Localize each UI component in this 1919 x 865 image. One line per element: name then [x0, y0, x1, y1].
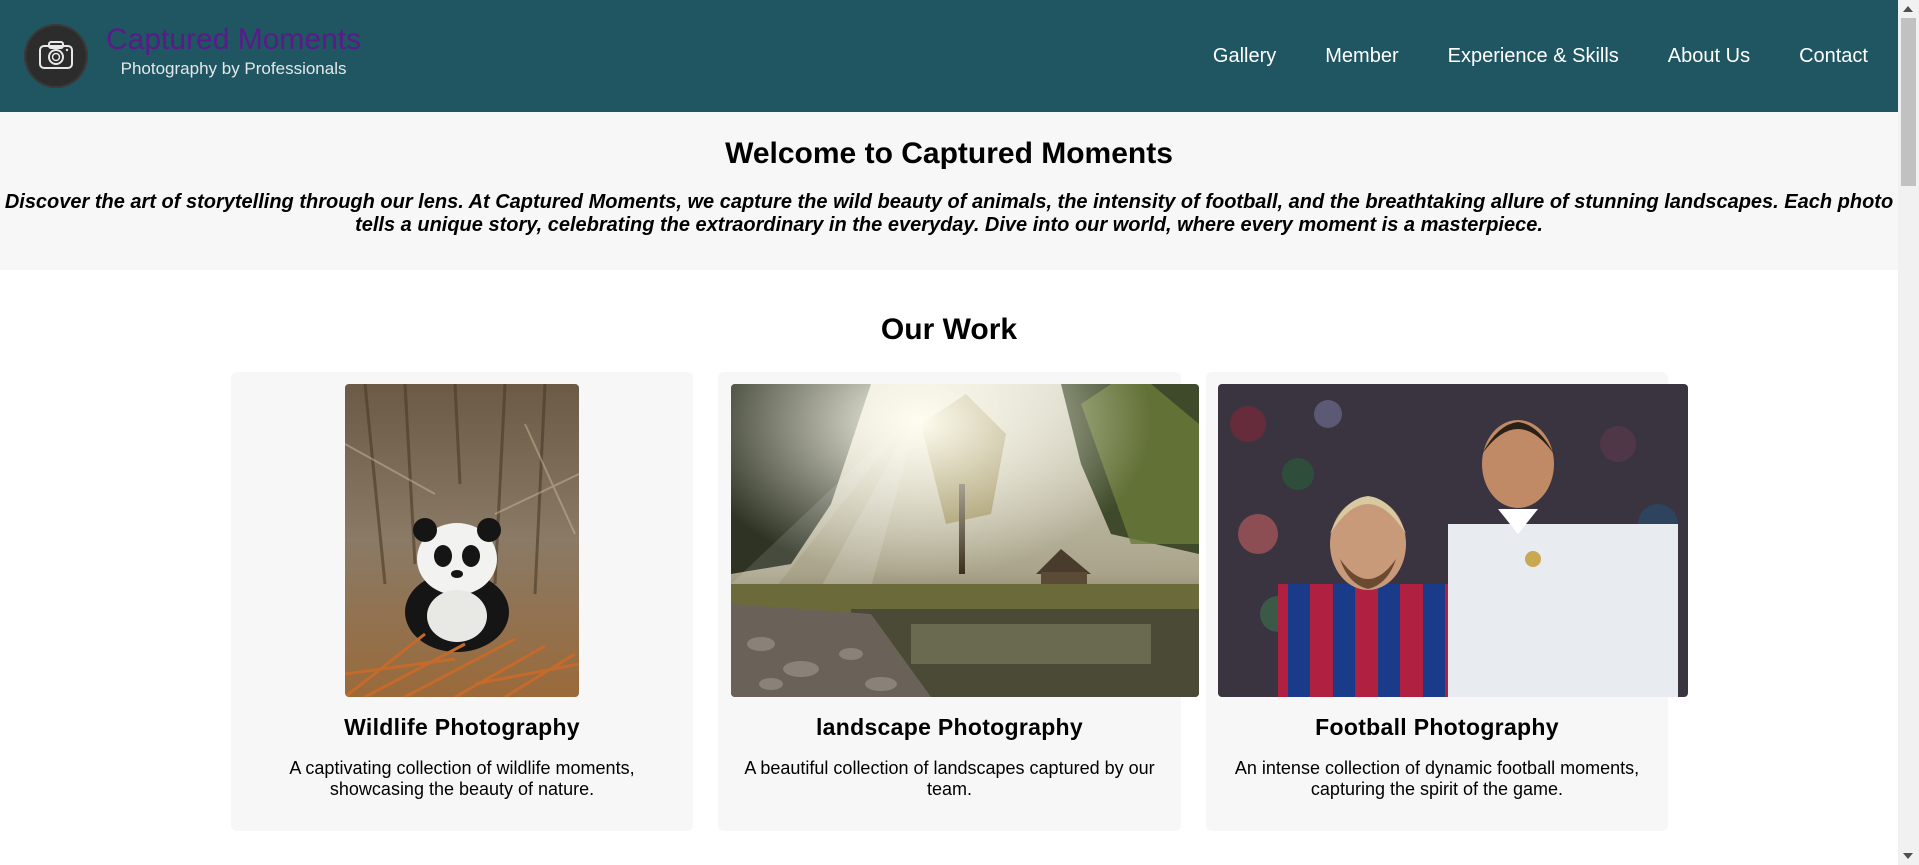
brand-text: Captured Moments Photography by Professi… — [106, 25, 361, 79]
nav-link-about-us[interactable]: About Us — [1668, 45, 1750, 68]
nav-link-gallery[interactable]: Gallery — [1213, 45, 1276, 68]
scroll-thumb[interactable] — [1901, 18, 1916, 186]
card-description: An intense collection of dynamic footbal… — [1234, 758, 1640, 799]
card-description: A captivating collection of wildlife mom… — [289, 758, 635, 799]
vertical-scrollbar[interactable] — [1898, 0, 1919, 865]
nav-link-member[interactable]: Member — [1325, 45, 1398, 68]
site-header: Captured Moments Photography by Professi… — [0, 0, 1898, 112]
brand[interactable]: Captured Moments Photography by Professi… — [24, 24, 361, 88]
card-football[interactable]: Football Photography An intense collecti… — [1206, 372, 1688, 831]
scroll-down-icon[interactable] — [1903, 853, 1913, 859]
card-title: Wildlife Photography — [344, 714, 580, 740]
browser-viewport: Captured Moments Photography by Professi… — [0, 0, 1919, 865]
welcome-title: Welcome to Captured Moments — [725, 137, 1173, 170]
forest-river-photo — [731, 384, 1199, 697]
card-description: A beautiful collection of landscapes cap… — [744, 758, 1155, 799]
nav-link-contact[interactable]: Contact — [1799, 45, 1868, 68]
scroll-up-icon[interactable] — [1903, 6, 1913, 12]
card-title: landscape Photography — [815, 714, 1083, 740]
camera-icon — [24, 24, 88, 88]
welcome-section: Welcome to Captured Moments Discover the… — [0, 112, 1898, 270]
page: Captured Moments Photography by Professi… — [0, 0, 1898, 865]
our-work-section: Our Work Wildlife Photography A captivat… — [0, 312, 1898, 842]
panda-photo — [345, 384, 579, 697]
card-title: Football Photography — [1315, 714, 1559, 740]
brand-title: Captured Moments — [106, 23, 362, 56]
brand-subtitle: Photography by Professionals — [120, 59, 347, 78]
our-work-heading: Our Work — [880, 313, 1018, 346]
nav-link-experience-skills[interactable]: Experience & Skills — [1448, 45, 1619, 68]
work-cards: Wildlife Photography A captivating colle… — [0, 372, 1898, 842]
card-landscape[interactable]: landscape Photography A beautiful collec… — [718, 372, 1199, 831]
welcome-text: Discover the art of storytelling through… — [4, 191, 1894, 236]
football-players-photo — [1218, 384, 1688, 697]
card-wildlife[interactable]: Wildlife Photography A captivating colle… — [231, 372, 693, 831]
main-nav: Gallery Member Experience & Skills About… — [1164, 45, 1868, 68]
